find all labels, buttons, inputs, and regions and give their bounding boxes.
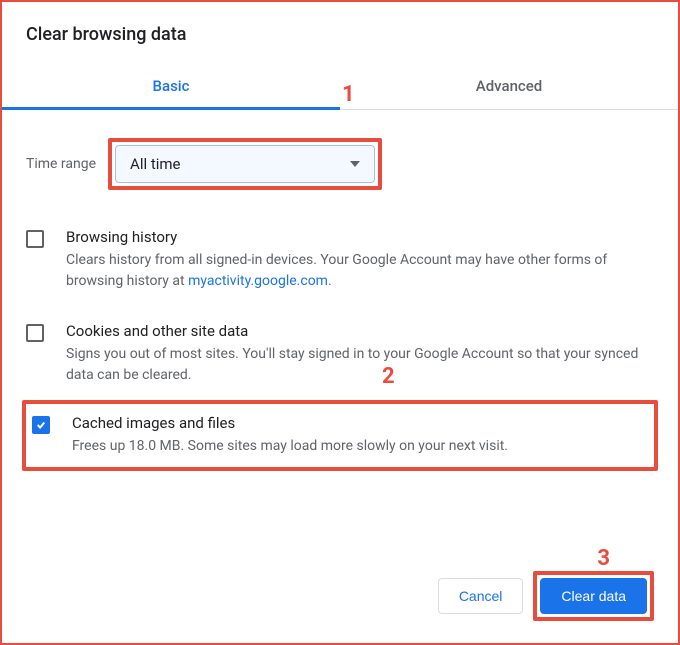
option-desc: Frees up 18.0 MB. Some sites may load mo… bbox=[72, 436, 644, 457]
clear-data-button[interactable]: Clear data bbox=[540, 578, 647, 614]
chevron-down-icon bbox=[350, 161, 360, 167]
time-range-value: All time bbox=[130, 155, 180, 173]
option-title: Browsing history bbox=[66, 228, 654, 246]
option-cookies: Cookies and other site data Signs you ou… bbox=[26, 306, 654, 400]
tab-label: Basic bbox=[153, 77, 190, 95]
dialog-title: Clear browsing data bbox=[2, 2, 678, 63]
time-range-select[interactable]: All time bbox=[115, 145, 375, 183]
tabs: Basic Advanced bbox=[2, 63, 678, 110]
option-text: Browsing history Clears history from all… bbox=[66, 228, 654, 292]
cancel-button[interactable]: Cancel bbox=[438, 578, 524, 614]
option-browsing-history: Browsing history Clears history from all… bbox=[26, 212, 654, 306]
option-desc: Clears history from all signed-in device… bbox=[66, 250, 654, 292]
tab-advanced[interactable]: Advanced bbox=[340, 63, 678, 109]
desc-text: Clears history from all signed-in device… bbox=[66, 252, 607, 289]
dialog-footer: Cancel Clear data bbox=[2, 551, 678, 643]
time-range-row: Time range All time bbox=[2, 110, 678, 204]
desc-text: . bbox=[328, 273, 332, 289]
option-cache: Cached images and files Frees up 18.0 MB… bbox=[22, 400, 658, 471]
tab-basic[interactable]: Basic bbox=[2, 63, 340, 109]
option-title: Cached images and files bbox=[72, 414, 644, 432]
options-list: Browsing history Clears history from all… bbox=[2, 204, 678, 471]
tab-label: Advanced bbox=[476, 77, 542, 95]
annotation-box-3: Clear data bbox=[533, 571, 654, 621]
option-title: Cookies and other site data bbox=[66, 322, 654, 340]
option-text: Cached images and files Frees up 18.0 MB… bbox=[72, 414, 644, 457]
checkbox-browsing-history[interactable] bbox=[26, 230, 44, 248]
option-text: Cookies and other site data Signs you ou… bbox=[66, 322, 654, 386]
clear-browsing-data-dialog: Clear browsing data Basic Advanced Time … bbox=[0, 0, 680, 645]
check-icon bbox=[36, 420, 46, 430]
checkbox-cache[interactable] bbox=[32, 416, 50, 434]
option-desc: Signs you out of most sites. You'll stay… bbox=[66, 344, 654, 386]
time-range-label: Time range bbox=[26, 156, 96, 172]
myactivity-link[interactable]: myactivity.google.com bbox=[188, 273, 328, 289]
annotation-box-1: All time bbox=[108, 138, 382, 190]
checkbox-cookies[interactable] bbox=[26, 324, 44, 342]
